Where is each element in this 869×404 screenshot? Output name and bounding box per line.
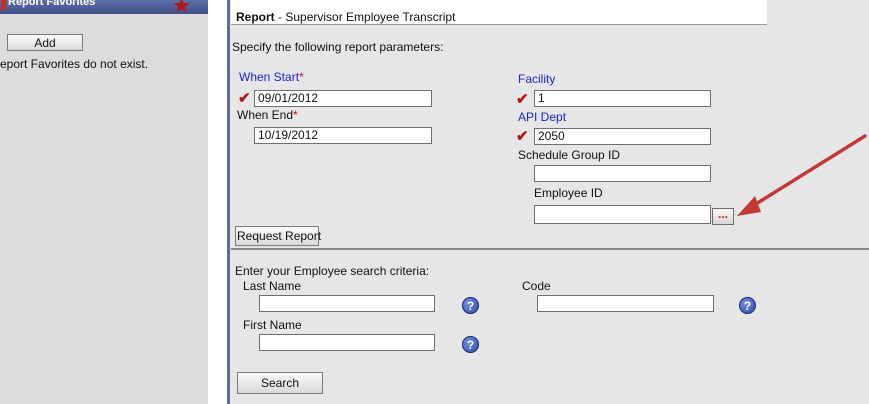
schedule-group-input[interactable] [534,165,711,182]
report-instructions: Specify the following report parameters: [232,40,444,54]
api-dept-label: API Dept [518,110,567,124]
when-end-label-text: When End [237,108,294,122]
panel-divider [208,0,214,404]
facility-input[interactable]: 1 [534,90,711,107]
when-end-label: When End* [237,108,298,122]
when-end-input[interactable]: 10/19/2012 [254,127,432,144]
star-icon[interactable]: ★ [173,0,190,16]
search-button[interactable]: Search [237,372,323,394]
checkmark-icon: ✔ [516,128,529,145]
request-report-label: Request Report [237,229,322,243]
help-icon[interactable]: ? [462,336,479,353]
when-start-label-text: When Start [239,70,300,84]
when-start-label: When Start* [239,70,304,84]
checkmark-icon: ✔ [516,91,529,108]
favorites-title: Report Favorites [8,0,96,8]
report-title-suffix: - Supervisor Employee Transcript [274,10,456,24]
when-start-required-mark: * [299,70,304,84]
first-name-label: First Name [243,318,302,332]
employee-id-input[interactable] [534,205,711,224]
schedule-group-label: Schedule Group ID [518,148,621,162]
last-name-label: Last Name [243,279,302,293]
report-title: Report - Supervisor Employee Transcript [236,10,455,24]
search-instructions: Enter your Employee search criteria: [235,264,430,278]
section-separator [231,248,869,250]
favorites-bullet-icon [1,0,6,10]
code-label: Code [522,279,551,293]
code-input[interactable] [537,295,714,312]
favorites-empty-message: eport Favorites do not exist. [0,57,149,71]
when-start-input[interactable]: 09/01/2012 [254,90,432,107]
first-name-input[interactable] [259,334,435,351]
report-title-prefix: Report [236,10,275,24]
employee-id-label: Employee ID [534,186,603,200]
report-panel-border [227,0,230,404]
favorites-header: Report Favorites ★ [0,0,208,16]
add-favorite-button[interactable]: Add [7,34,83,51]
help-icon[interactable]: ? [462,297,479,314]
help-icon[interactable]: ? [739,297,756,314]
when-end-required-mark: * [293,108,298,122]
facility-label: Facility [518,72,556,86]
red-arrow-annotation [737,134,867,216]
last-name-input[interactable] [259,295,435,312]
checkmark-icon: ✔ [238,90,251,107]
api-dept-input[interactable]: 2050 [534,128,711,145]
